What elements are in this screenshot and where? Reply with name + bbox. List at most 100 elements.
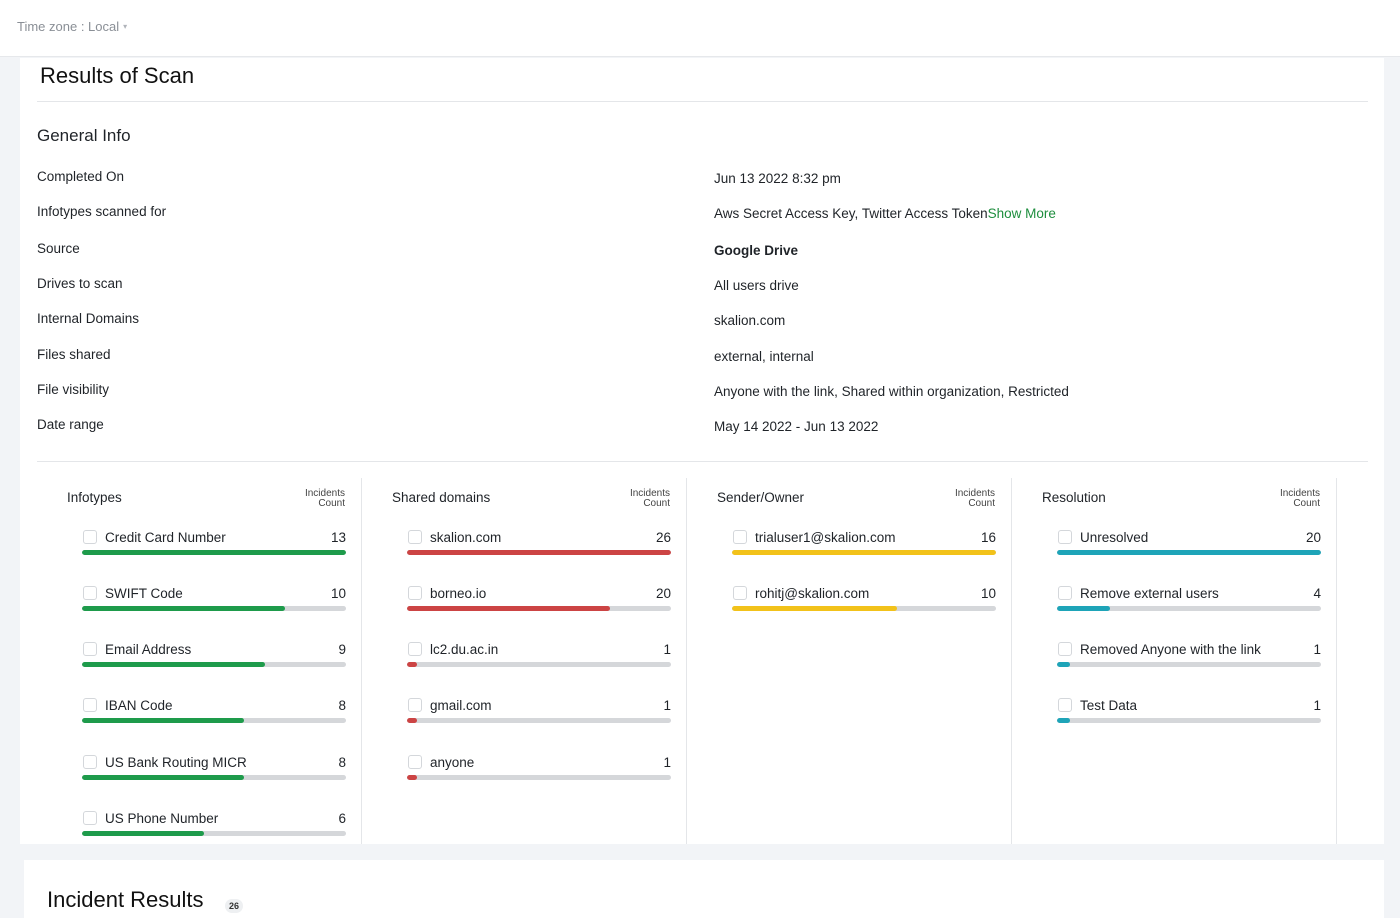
filter-checkbox[interactable] xyxy=(733,530,747,544)
panel-sender-owner: Sender/Owner Incidents Count trialuser1@ska… xyxy=(687,478,1012,844)
progress-bar-track xyxy=(1057,606,1321,611)
progress-bar-fill xyxy=(1057,718,1071,723)
progress-bar-track xyxy=(1057,662,1321,667)
info-value-source: Google Drive xyxy=(714,243,799,258)
progress-bar-fill xyxy=(407,662,418,667)
progress-bar-track xyxy=(407,718,671,723)
filter-checkbox[interactable] xyxy=(408,586,422,600)
filter-row: Remove external users 4 xyxy=(1057,583,1321,623)
filter-checkbox[interactable] xyxy=(733,586,747,600)
incident-count: 1 xyxy=(1313,642,1321,657)
filter-row: lc2.du.ac.in 1 xyxy=(407,639,671,679)
filter-checkbox[interactable] xyxy=(83,530,97,544)
scan-results-card: Results of Scan General Info Completed O… xyxy=(20,58,1384,844)
filter-checkbox[interactable] xyxy=(83,698,97,712)
filter-row: Removed Anyone with the link 1 xyxy=(1057,639,1321,679)
info-label-files-shared: Files shared xyxy=(37,347,111,362)
count-header-line: Count xyxy=(318,498,345,509)
count-header-line: Count xyxy=(968,498,995,509)
progress-bar-track xyxy=(82,775,346,780)
incident-count: 16 xyxy=(980,530,996,545)
incident-results-card: Incident Results 26 xyxy=(24,860,1384,918)
filter-checkbox[interactable] xyxy=(408,755,422,769)
progress-bar-track xyxy=(407,662,671,667)
incident-count-badge: 26 xyxy=(225,899,244,913)
info-value-files-shared: external, internal xyxy=(714,349,814,364)
filter-checkbox[interactable] xyxy=(408,530,422,544)
panel-title: Resolution xyxy=(1042,490,1106,505)
progress-bar-fill xyxy=(82,662,265,667)
info-value-completed-on: Jun 13 2022 8:32 pm xyxy=(714,171,841,186)
filter-label: borneo.io xyxy=(430,586,487,601)
filter-label: Removed Anyone with the link xyxy=(1080,642,1261,657)
incident-count: 9 xyxy=(338,642,346,657)
filter-label: anyone xyxy=(430,755,475,770)
filter-row: Unresolved 20 xyxy=(1057,527,1321,567)
incidents-count-header: Incidents Count xyxy=(1280,489,1320,509)
panel-resolution: Resolution Incidents Count Unresolved 20 Remo… xyxy=(1012,478,1337,844)
progress-bar-fill xyxy=(1057,550,1321,555)
info-label-drives: Drives to scan xyxy=(37,276,123,291)
filter-label: IBAN Code xyxy=(105,698,173,713)
info-label-internal-domains: Internal Domains xyxy=(37,311,140,326)
progress-bar-track xyxy=(732,550,996,555)
progress-bar-fill xyxy=(407,775,418,780)
info-value-internal-domains: skalion.com xyxy=(714,313,786,328)
filter-checkbox[interactable] xyxy=(408,642,422,656)
progress-bar-track xyxy=(407,775,671,780)
filter-row: skalion.com 26 xyxy=(407,527,671,567)
filter-checkbox[interactable] xyxy=(408,698,422,712)
filter-row: US Bank Routing MICR 8 xyxy=(82,752,346,792)
incident-count: 20 xyxy=(655,586,671,601)
info-label-source: Source xyxy=(37,241,80,256)
panel-title: Sender/Owner xyxy=(717,490,805,505)
progress-bar-fill xyxy=(407,550,671,555)
incident-count: 1 xyxy=(1313,698,1321,713)
incidents-count-header: Incidents Count xyxy=(630,489,670,509)
incident-count: 1 xyxy=(663,755,671,770)
filter-row: US Phone Number 6 xyxy=(82,808,346,848)
incident-count: 10 xyxy=(980,586,996,601)
filter-row: Test Data 1 xyxy=(1057,695,1321,735)
progress-bar-track xyxy=(82,662,346,667)
info-value-file-visibility: Anyone with the link, Shared within orga… xyxy=(714,384,1069,399)
timezone-selector[interactable]: Time zone : Local ▾ xyxy=(17,19,127,34)
filter-row: SWIFT Code 10 xyxy=(82,583,346,623)
filter-checkbox[interactable] xyxy=(1058,642,1072,656)
page-title: Results of Scan xyxy=(40,63,195,88)
filter-row: trialuser1@skalion.com 16 xyxy=(732,527,996,567)
filter-label: Email Address xyxy=(105,642,192,657)
filter-row: borneo.io 20 xyxy=(407,583,671,623)
progress-bar-track xyxy=(1057,718,1321,723)
progress-bar-fill xyxy=(407,718,418,723)
progress-bar-fill xyxy=(407,606,611,611)
filter-checkbox[interactable] xyxy=(1058,530,1072,544)
filter-label: Remove external users xyxy=(1080,586,1219,601)
incident-count: 1 xyxy=(663,642,671,657)
filter-label: Credit Card Number xyxy=(105,530,226,545)
general-info-title: General Info xyxy=(37,126,131,145)
progress-bar-track xyxy=(1057,550,1321,555)
filter-label: US Bank Routing MICR xyxy=(105,755,247,770)
progress-bar-fill xyxy=(732,606,897,611)
filter-label: rohitj@skalion.com xyxy=(755,586,870,601)
infotypes-list: Aws Secret Access Key, Twitter Access To… xyxy=(714,206,988,221)
divider xyxy=(37,461,1368,462)
incident-count: 10 xyxy=(330,586,346,601)
filter-label: lc2.du.ac.in xyxy=(430,642,499,657)
filter-row: anyone 1 xyxy=(407,752,671,792)
filter-checkbox[interactable] xyxy=(83,755,97,769)
incident-count: 8 xyxy=(338,755,346,770)
filter-checkbox[interactable] xyxy=(83,586,97,600)
progress-bar-track xyxy=(82,606,346,611)
show-more-link[interactable]: Show More xyxy=(988,206,1056,221)
filter-checkbox[interactable] xyxy=(83,642,97,656)
chevron-down-icon: ▾ xyxy=(123,22,128,31)
filter-checkbox[interactable] xyxy=(83,811,97,825)
progress-bar-track xyxy=(407,606,671,611)
progress-bar-track xyxy=(82,550,346,555)
incident-count: 6 xyxy=(338,811,346,826)
filter-checkbox[interactable] xyxy=(1058,698,1072,712)
progress-bar-fill xyxy=(82,718,245,723)
filter-checkbox[interactable] xyxy=(1058,586,1072,600)
